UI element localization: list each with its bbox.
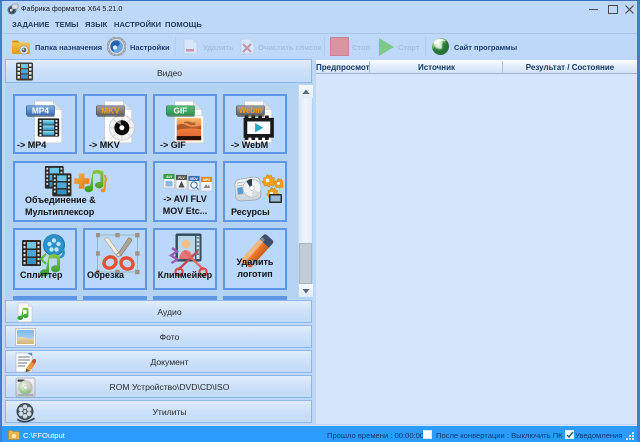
svg-text:Webm: Webm [239, 106, 262, 115]
svg-text:MP4: MP4 [32, 105, 49, 115]
svg-text:FLV: FLV [178, 176, 185, 180]
svg-text:MP4: MP4 [203, 178, 210, 182]
svg-text:AVI: AVI [166, 175, 172, 179]
svg-text:GIF: GIF [173, 105, 187, 115]
svg-text:MOV: MOV [190, 177, 198, 181]
svg-text:MKV: MKV [101, 105, 120, 115]
